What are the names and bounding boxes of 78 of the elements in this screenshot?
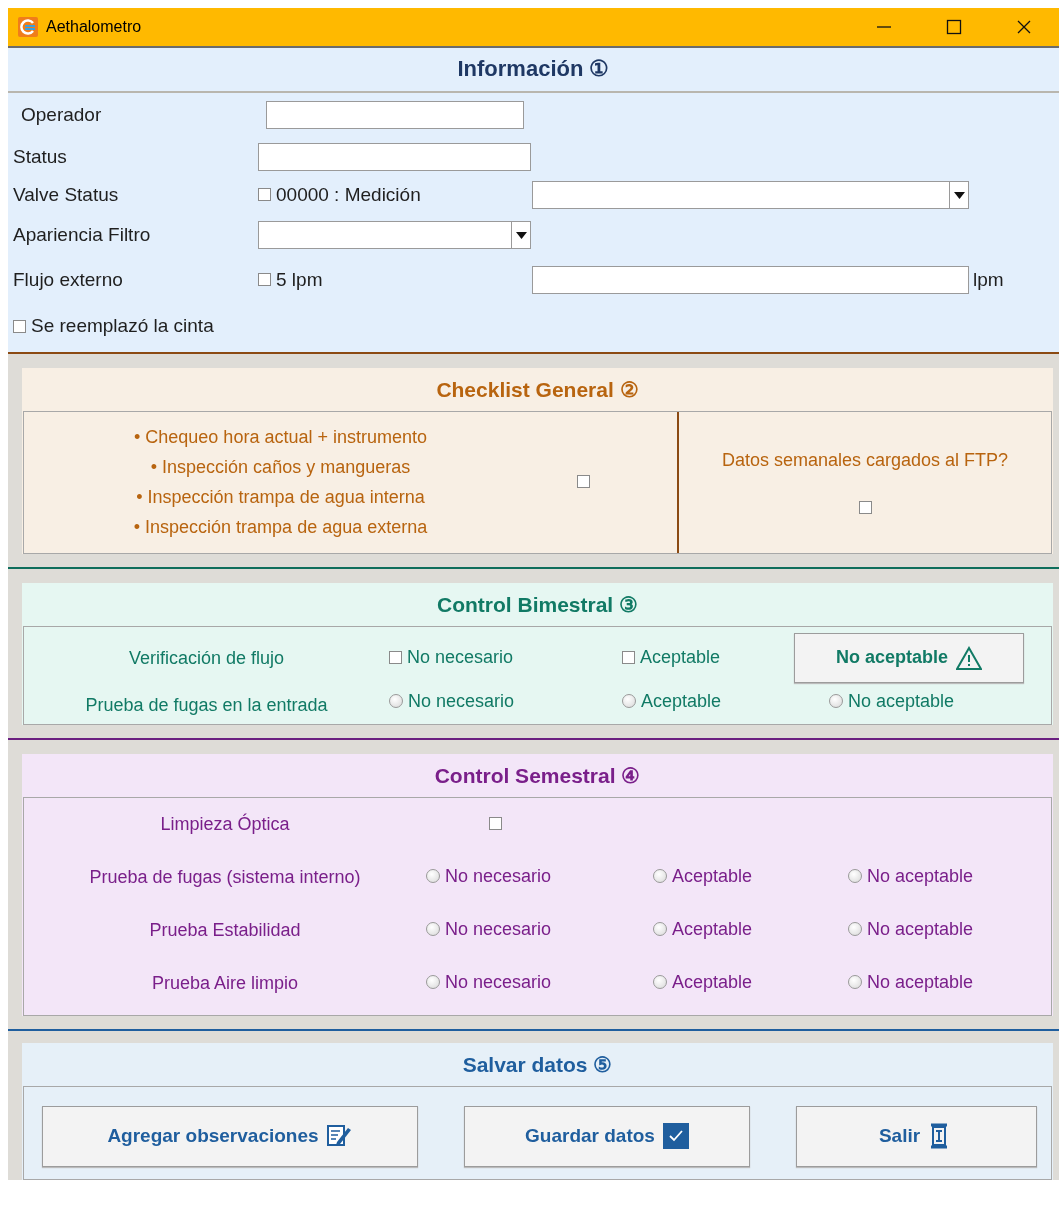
radio-button[interactable] bbox=[389, 694, 403, 709]
save-data-button[interactable]: Guardar datos bbox=[464, 1105, 750, 1167]
checkbox[interactable] bbox=[258, 188, 271, 202]
checklist-item: • Inspección caños y mangueras bbox=[150, 456, 411, 478]
option-label: Aceptable bbox=[672, 918, 753, 940]
checklist-item: • Inspección trampa de agua interna bbox=[136, 486, 425, 508]
option-label: No necesario bbox=[407, 646, 514, 668]
option-label: No necesario bbox=[445, 865, 552, 887]
question-label: Datos semanales cargados al FTP? bbox=[721, 450, 1009, 471]
maximize-icon bbox=[946, 19, 962, 35]
option-label: Se reemplazó la cinta bbox=[31, 315, 214, 337]
minimize-icon bbox=[876, 26, 892, 28]
row-label: Verificación de flujo bbox=[127, 646, 286, 670]
option-label: No aceptable bbox=[867, 865, 974, 887]
checkbox[interactable] bbox=[858, 501, 872, 514]
exit-button[interactable]: Salir bbox=[796, 1105, 1037, 1167]
checkbox[interactable] bbox=[622, 650, 635, 664]
radio-button[interactable] bbox=[426, 975, 440, 990]
input-field[interactable] bbox=[258, 143, 531, 171]
checkbox[interactable] bbox=[389, 650, 402, 664]
option-label: Aceptable bbox=[672, 865, 753, 887]
row-label: Limpieza Óptica bbox=[159, 813, 291, 835]
radio-button[interactable] bbox=[848, 922, 862, 937]
option-label: 00000 : Medición bbox=[276, 183, 421, 206]
section-title: Control Semestral ④ bbox=[433, 762, 642, 789]
dropdown[interactable] bbox=[258, 221, 531, 249]
option-label: Aceptable bbox=[641, 690, 722, 712]
radio-button[interactable] bbox=[653, 975, 667, 990]
checkmark-icon bbox=[662, 1123, 689, 1149]
field-label: Apariencia Filtro bbox=[13, 224, 152, 246]
checkbox[interactable] bbox=[577, 474, 590, 488]
input-field[interactable] bbox=[266, 101, 524, 129]
option-label: No necesario bbox=[408, 690, 515, 712]
row-label: Prueba de fugas (sistema interno) bbox=[88, 866, 362, 888]
close-icon bbox=[1016, 19, 1032, 35]
option-label: 5 lpm bbox=[276, 268, 323, 291]
notes-icon bbox=[326, 1123, 353, 1149]
radio-button[interactable] bbox=[848, 975, 862, 990]
radio-button[interactable] bbox=[426, 869, 440, 884]
row-label: Prueba Aire limpio bbox=[150, 972, 300, 994]
section-title: Información ① bbox=[8, 48, 1059, 93]
radio-button[interactable] bbox=[622, 694, 636, 709]
field-label: Flujo externo bbox=[13, 269, 124, 291]
field-label: Valve Status bbox=[13, 184, 120, 206]
section-title: Salvar datos ⑤ bbox=[461, 1051, 614, 1078]
radio-button[interactable] bbox=[653, 869, 667, 884]
field-label: Operador bbox=[20, 104, 103, 126]
option-label: No aceptable bbox=[867, 971, 974, 993]
caret-icon bbox=[515, 231, 527, 239]
field-label: Status bbox=[13, 146, 68, 168]
dropdown[interactable] bbox=[532, 181, 969, 209]
option-label: No aceptable bbox=[848, 690, 955, 712]
add-notes-button[interactable]: Agregar observaciones bbox=[42, 1105, 418, 1167]
row-label: Prueba Estabilidad bbox=[148, 919, 302, 941]
radio-button[interactable] bbox=[426, 922, 440, 937]
warning-icon bbox=[956, 645, 982, 670]
window-title: Aethalometro bbox=[46, 18, 143, 36]
checklist-item: • Inspección trampa de agua externa bbox=[133, 516, 428, 538]
checkbox[interactable] bbox=[13, 319, 26, 333]
app-logo-icon bbox=[18, 17, 38, 37]
checklist-item: • Chequeo hora actual + instrumento bbox=[134, 426, 427, 448]
checkbox[interactable] bbox=[489, 816, 502, 830]
unit-label: lpm bbox=[973, 269, 1004, 291]
caret-icon bbox=[953, 191, 965, 199]
checkbox[interactable] bbox=[258, 273, 271, 287]
radio-button[interactable] bbox=[829, 694, 843, 709]
option-label: No necesario bbox=[445, 918, 552, 940]
option-label: Aceptable bbox=[640, 646, 721, 668]
section-title: Checklist General ② bbox=[435, 376, 640, 403]
section-title: Control Bimestral ③ bbox=[436, 591, 639, 618]
option-label: Aceptable bbox=[672, 971, 753, 993]
row-label: Prueba de fugas en la entrada bbox=[84, 693, 329, 716]
radio-button[interactable] bbox=[653, 922, 667, 937]
input-field[interactable] bbox=[532, 266, 969, 294]
not-acceptable-button[interactable]: No aceptable bbox=[794, 632, 1024, 683]
option-label: No necesario bbox=[445, 971, 552, 993]
option-label: No aceptable bbox=[867, 918, 974, 940]
radio-button[interactable] bbox=[848, 869, 862, 884]
